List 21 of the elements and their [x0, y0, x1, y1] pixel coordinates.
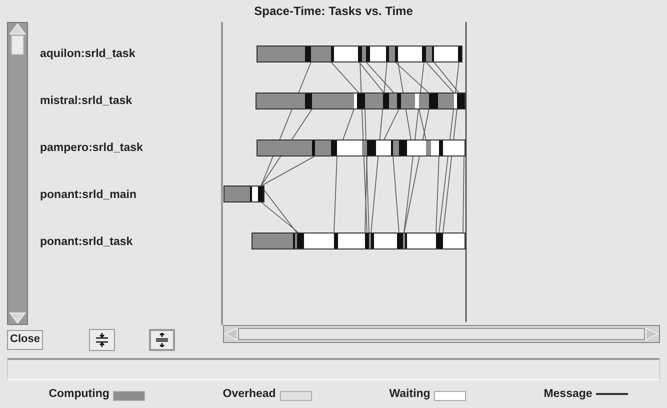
task-label: mistral:srld_task — [40, 94, 134, 109]
vertical-scrollbar[interactable] — [7, 22, 28, 325]
task-label: ponant:srld_main — [40, 188, 138, 203]
scroll-down-icon[interactable] — [8, 312, 27, 324]
window-title: Space-Time: Tasks vs. Time — [254, 2, 413, 20]
scroll-thumb[interactable] — [11, 34, 24, 55]
zoom-out-button[interactable] — [148, 328, 175, 351]
close-button[interactable]: Close — [7, 330, 43, 350]
legend-label: Overhead — [222, 386, 276, 402]
expand-icon — [154, 332, 169, 347]
scroll-up-icon[interactable] — [8, 22, 27, 35]
zoom-in-button[interactable] — [88, 328, 115, 351]
task-label: ponant:srld_task — [40, 234, 134, 250]
scroll-thumb[interactable] — [238, 328, 645, 340]
legend-label: Message — [544, 386, 592, 402]
horizontal-scrollbar[interactable] — [223, 324, 660, 343]
compress-icon — [94, 332, 109, 347]
task-label: pampero:srld_task — [40, 140, 144, 156]
task-label: aquilon:srld_task — [40, 46, 136, 62]
legend-label: Computing — [48, 386, 110, 402]
legend-label: Waiting — [389, 386, 430, 402]
